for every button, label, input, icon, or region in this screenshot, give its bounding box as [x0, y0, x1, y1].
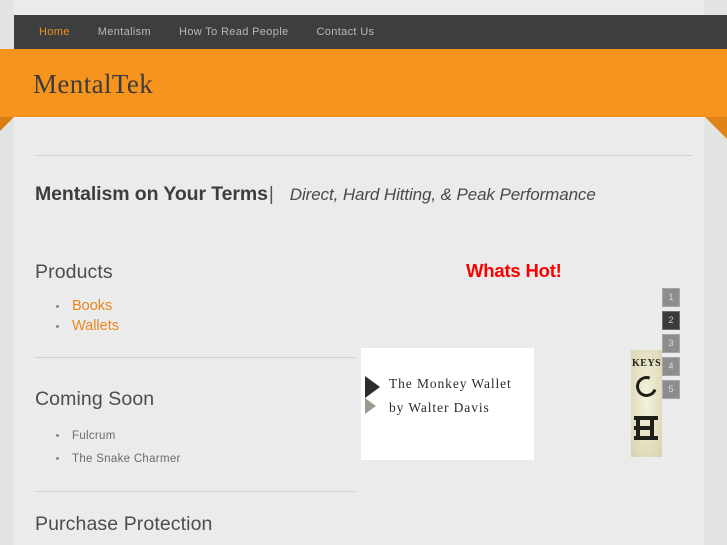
whats-hot-heading: Whats Hot! — [466, 260, 562, 281]
products-link-list: Books Wallets — [56, 296, 119, 336]
divider-products — [35, 357, 355, 358]
slide-caption-line2: by Walter Davis — [389, 400, 490, 415]
coming-soon-item-fulcrum: Fulcrum — [72, 430, 116, 442]
whats-hot-slider[interactable]: The Monkey Wallet by Walter Davis — [361, 348, 534, 460]
slide-caption-line1: The Monkey Wallet — [389, 376, 512, 391]
keys-thumbnail-caption: KEYS — [632, 358, 662, 369]
site-logo-title[interactable]: MentalTek — [33, 67, 153, 101]
list-item: Fulcrum — [56, 424, 181, 447]
section-heading-coming-soon: Coming Soon — [35, 388, 155, 410]
pager-button-2[interactable]: 2 — [662, 311, 680, 330]
coming-soon-item-the-snake-charmer: The Snake Charmer — [72, 453, 181, 465]
slider-prev-arrow-icon[interactable] — [365, 376, 380, 398]
tagline-strong: Mentalism on Your Terms — [35, 183, 268, 205]
list-item: Books — [56, 296, 119, 316]
pager-button-5[interactable]: 5 — [662, 380, 680, 399]
divider-coming-soon — [35, 491, 355, 492]
section-heading-purchase-protection: Purchase Protection — [35, 513, 213, 535]
site-banner: MentalTek — [0, 49, 727, 139]
list-item: Wallets — [56, 316, 119, 336]
page-tagline: Mentalism on Your Terms| Direct, Hard Hit… — [35, 183, 685, 206]
pager-button-1[interactable]: 1 — [662, 288, 680, 307]
slide-caption: The Monkey Wallet by Walter Davis — [389, 372, 534, 420]
coming-soon-list: Fulcrum The Snake Charmer — [56, 424, 181, 470]
divider-top — [35, 155, 692, 156]
product-link-wallets[interactable]: Wallets — [72, 318, 119, 334]
keys-block-glyph-icon — [634, 416, 658, 440]
keys-book-thumbnail[interactable]: KEYS — [631, 350, 662, 457]
keys-ring-glyph-icon — [632, 372, 661, 401]
nav-item-contact-us[interactable]: Contact Us — [302, 15, 388, 49]
banner-fold-left-icon — [0, 117, 14, 131]
slider-pagination: 1 2 3 4 5 — [662, 288, 682, 403]
pager-button-3[interactable]: 3 — [662, 334, 680, 353]
slider-next-arrow-icon[interactable] — [365, 398, 376, 414]
nav-item-mentalism[interactable]: Mentalism — [84, 15, 165, 49]
tagline-separator: | — [268, 184, 274, 205]
list-item: The Snake Charmer — [56, 447, 181, 470]
tagline-emphasis: Direct, Hard Hitting, & Peak Performance — [289, 185, 596, 204]
banner-fold-right-icon — [705, 117, 727, 139]
main-navigation: Home Mentalism How To Read People Contac… — [14, 15, 727, 49]
section-heading-products: Products — [35, 261, 113, 283]
nav-item-how-to-read-people[interactable]: How To Read People — [165, 15, 302, 49]
main-content: Mentalism on Your Terms| Direct, Hard Hit… — [14, 134, 704, 545]
pager-button-4[interactable]: 4 — [662, 357, 680, 376]
product-link-books[interactable]: Books — [72, 298, 112, 314]
page-root: Home Mentalism How To Read People Contac… — [0, 0, 727, 545]
nav-item-home[interactable]: Home — [25, 15, 84, 49]
